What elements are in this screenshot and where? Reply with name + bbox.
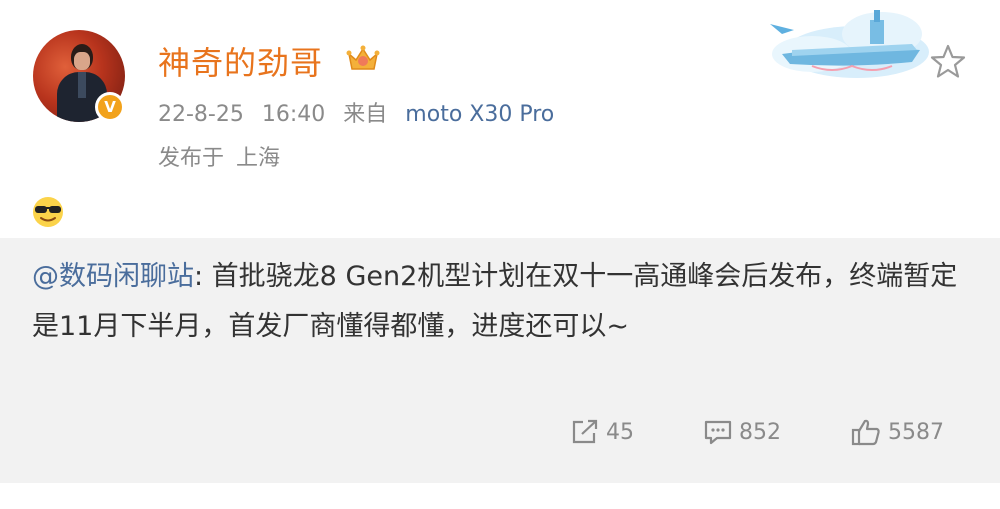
verified-badge: V (95, 92, 125, 122)
star-icon[interactable] (928, 42, 968, 82)
location-city: 上海 (236, 146, 281, 171)
repost-button[interactable]: 45 (570, 418, 634, 446)
action-bar: 45 852 5587 (0, 418, 1000, 450)
comment-button[interactable]: 852 (703, 418, 781, 446)
device-name[interactable]: moto X30 Pro (405, 102, 554, 127)
author-name[interactable]: 神奇的劲哥 (158, 38, 323, 84)
aircraft-carrier-banner (770, 10, 929, 78)
mention-link[interactable]: @数码闲聊站 (32, 261, 194, 292)
post-header: V 神奇的劲哥 22-8-25 16:40 来自 moto X30 Pro 发布于 上海 (0, 0, 1000, 238)
crown-icon (346, 45, 380, 70)
avatar-face (74, 52, 90, 70)
source-prefix: 来自 (343, 102, 388, 127)
repost-count: 45 (606, 419, 634, 445)
post-date: 22-8-25 (158, 102, 244, 127)
avatar-shirt (78, 72, 86, 98)
like-count: 5587 (888, 419, 944, 445)
bottom-spacer (0, 483, 1000, 509)
share-icon (572, 419, 598, 444)
thumbs-up-icon (851, 419, 880, 446)
post-time: 16:40 (261, 102, 326, 127)
post-location: 发布于 上海 (158, 140, 292, 172)
comment-count: 852 (739, 419, 781, 445)
comment-icon (704, 420, 732, 445)
repost-text: @数码闲聊站: 首批骁龙8 Gen2机型计划在双十一高通峰会后发布，终端暂定是1… (32, 252, 972, 352)
like-button[interactable]: 5587 (850, 418, 944, 446)
post-meta: 22-8-25 16:40 来自 moto X30 Pro (158, 96, 554, 128)
sunglasses-emoji (33, 197, 63, 227)
location-prefix: 发布于 (158, 146, 225, 171)
